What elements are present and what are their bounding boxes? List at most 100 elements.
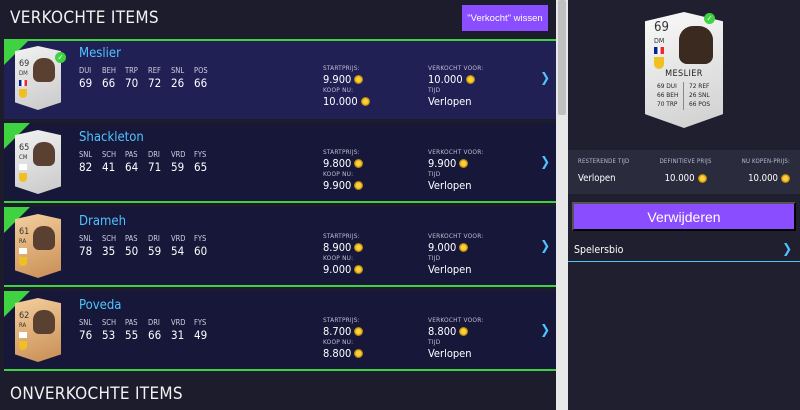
- attribute: DUI 69: [79, 66, 93, 90]
- unsold-section-title: ONVERKOCHTE ITEMS: [10, 384, 183, 404]
- buy-now-value: 9.900: [323, 178, 364, 192]
- sold-indicator-line: [4, 285, 556, 287]
- delete-button[interactable]: Verwijderen: [572, 202, 796, 231]
- player-card: 65 CM: [15, 130, 61, 194]
- player-attributes: SNL 82 SCH 41 PAS 64 DRI 71 VRD 59 FYS 65: [79, 150, 211, 174]
- chevron-right-icon[interactable]: ❯: [540, 71, 550, 86]
- sold-for-value: 9.000: [428, 240, 483, 254]
- sold-indicator-line: [4, 201, 556, 203]
- attribute: DRI 66: [148, 318, 162, 342]
- attribute: VRD 54: [171, 234, 186, 258]
- nation-flag-icon: [654, 47, 664, 54]
- player-photo: [33, 310, 55, 334]
- attribute: FYS 60: [194, 234, 208, 258]
- buy-now-value: 10.000: [323, 94, 370, 108]
- card-position: DM: [19, 70, 28, 77]
- price-column: STARTPRIJS: 8.900 KOOP NU: 9.000: [323, 232, 364, 276]
- sold-item-row[interactable]: 69 DM ✓ Meslier DUI 69 BEH 66 TRP 70 REF 72 …: [4, 39, 556, 119]
- start-price-label: STARTPRIJS:: [323, 148, 360, 156]
- clear-sold-button[interactable]: "Verkocht" wissen: [462, 5, 548, 31]
- player-name: Drameh: [79, 214, 126, 229]
- chevron-right-icon[interactable]: ❯: [540, 155, 550, 170]
- attribute: SCH 53: [102, 318, 117, 342]
- player-card: 62 RA: [15, 298, 61, 362]
- start-price-value: 9.800: [323, 156, 364, 170]
- stats-divider: [683, 82, 684, 110]
- attribute: POS 66: [194, 66, 208, 90]
- player-bio-link[interactable]: Spelersbio ❯: [568, 238, 800, 262]
- attribute: VRD 31: [171, 318, 186, 342]
- coin-icon: [465, 74, 475, 84]
- player-name: Meslier: [79, 46, 121, 61]
- attribute: SNL 78: [79, 234, 93, 258]
- sold-for-value: 8.800: [428, 324, 483, 338]
- nation-flag-icon: [19, 332, 27, 338]
- transfer-list-screen: VERKOCHTE ITEMS "Verkocht" wissen 69 DM …: [0, 0, 800, 410]
- coin-icon: [354, 180, 364, 190]
- player-photo: [33, 58, 55, 82]
- scrollbar-thumb[interactable]: [558, 0, 566, 115]
- card-position: RA: [19, 322, 27, 329]
- card-rating: 69: [19, 59, 30, 69]
- coin-icon: [354, 74, 364, 84]
- transfer-list-panel: VERKOCHTE ITEMS "Verkocht" wissen 69 DM …: [0, 0, 556, 410]
- price-column: STARTPRIJS: 9.900 KOOP NU: 10.000: [323, 64, 370, 108]
- sold-item-row[interactable]: 62 RA Poveda SNL 76 SCH 53 PAS 55 DRI 66 VRD…: [4, 291, 556, 371]
- sold-for-value: 9.900: [428, 156, 483, 170]
- nation-flag-icon: [19, 248, 27, 254]
- sold-item-row[interactable]: 65 CM Shackleton SNL 82 SCH 41 PAS 64 DRI 71…: [4, 123, 556, 203]
- club-badge-icon: [19, 173, 27, 182]
- detail-card-name: MESLIER: [665, 69, 703, 79]
- attribute: TRP 70: [125, 66, 139, 90]
- player-name: Shackleton: [79, 130, 144, 145]
- buy-now-label: KOOP NU:: [323, 170, 354, 178]
- player-attributes: SNL 78 SCH 35 PAS 50 DRI 59 VRD 54 FYS 60: [79, 234, 211, 258]
- player-bio-label: Spelersbio: [574, 243, 624, 256]
- item-detail-panel: 69 DM MESLIER 69 DUI 66 BEH 70 TRP 72 REF 2…: [568, 0, 800, 410]
- card-position: CM: [19, 154, 28, 161]
- price-column: STARTPRIJS: 9.800 KOOP NU: 9.900: [323, 148, 364, 192]
- attribute: FYS 49: [194, 318, 208, 342]
- final-price: DEFINITIEVE PRIJS 10.000: [659, 158, 712, 184]
- attribute: FYS 65: [194, 150, 208, 174]
- buy-now-price: NU KOPEN-PRIJS: 10.000: [741, 158, 790, 184]
- time-label: TIJD: [428, 86, 441, 94]
- chevron-right-icon[interactable]: ❯: [540, 323, 550, 338]
- time-value: Verlopen: [428, 262, 472, 276]
- player-attributes: SNL 76 SCH 53 PAS 55 DRI 66 VRD 31 FYS 49: [79, 318, 211, 342]
- sale-info-bar: RESTERENDE TIJD Verlopen DEFINITIEVE PRI…: [568, 150, 800, 194]
- buy-now-value: 8.800: [323, 346, 364, 360]
- start-price-label: STARTPRIJS:: [323, 316, 360, 324]
- detail-player-photo: [679, 26, 713, 64]
- time-label: TIJD: [428, 170, 441, 178]
- attribute: SNL 26: [171, 66, 185, 90]
- player-name: Poveda: [79, 298, 122, 313]
- chevron-right-icon[interactable]: ❯: [540, 239, 550, 254]
- club-badge-icon: [19, 341, 27, 350]
- card-rating: 62: [19, 311, 30, 321]
- buy-now-label: KOOP NU:: [323, 338, 354, 346]
- time-value: Verlopen: [428, 178, 472, 192]
- chevron-right-icon: ❯: [782, 242, 792, 257]
- attribute: DRI 71: [148, 150, 162, 174]
- sale-column: VERKOCHT VOOR: 8.800 TIJD Verlopen: [428, 316, 483, 360]
- sold-check-icon: ✓: [55, 52, 66, 63]
- start-price-label: STARTPRIJS:: [323, 64, 360, 72]
- coin-icon: [354, 326, 364, 336]
- sold-indicator-line: [4, 369, 556, 371]
- nation-flag-icon: [19, 80, 27, 86]
- attribute: DRI 59: [148, 234, 162, 258]
- sold-item-row[interactable]: 61 RA Drameh SNL 78 SCH 35 PAS 50 DRI 59 VRD…: [4, 207, 556, 287]
- attribute: VRD 59: [171, 150, 186, 174]
- coin-icon: [459, 242, 469, 252]
- time-label: TIJD: [428, 254, 441, 262]
- coin-icon: [354, 264, 364, 274]
- price-column: STARTPRIJS: 8.700 KOOP NU: 8.800: [323, 316, 364, 360]
- sale-column: VERKOCHT VOOR: 9.000 TIJD Verlopen: [428, 232, 483, 276]
- scrollbar[interactable]: [556, 0, 568, 410]
- coin-icon: [780, 173, 790, 183]
- attribute: PAS 55: [125, 318, 139, 342]
- time-value: Verlopen: [428, 94, 472, 108]
- coin-icon: [459, 158, 469, 168]
- attribute: SNL 82: [79, 150, 93, 174]
